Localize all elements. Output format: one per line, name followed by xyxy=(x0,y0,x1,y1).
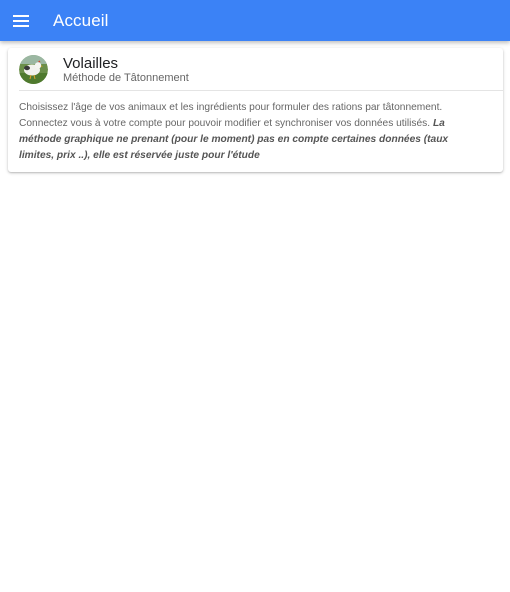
card-divider xyxy=(19,90,503,91)
page-title: Accueil xyxy=(53,10,109,30)
hamburger-menu-icon[interactable] xyxy=(11,11,31,31)
card-subtitle: Méthode de Tâtonnement xyxy=(63,72,189,84)
app-toolbar: Accueil xyxy=(0,0,510,41)
card-description: Choisissez l'âge de vos animaux et les i… xyxy=(19,100,485,164)
description-text: Choisissez l'âge de vos animaux et les i… xyxy=(19,102,443,129)
volailles-card[interactable]: Volailles Méthode de Tâtonnement Choisis… xyxy=(8,48,503,172)
card-title: Volailles xyxy=(63,55,119,72)
chicken-avatar-icon xyxy=(19,55,48,84)
card-header[interactable]: Volailles Méthode de Tâtonnement xyxy=(8,48,503,90)
